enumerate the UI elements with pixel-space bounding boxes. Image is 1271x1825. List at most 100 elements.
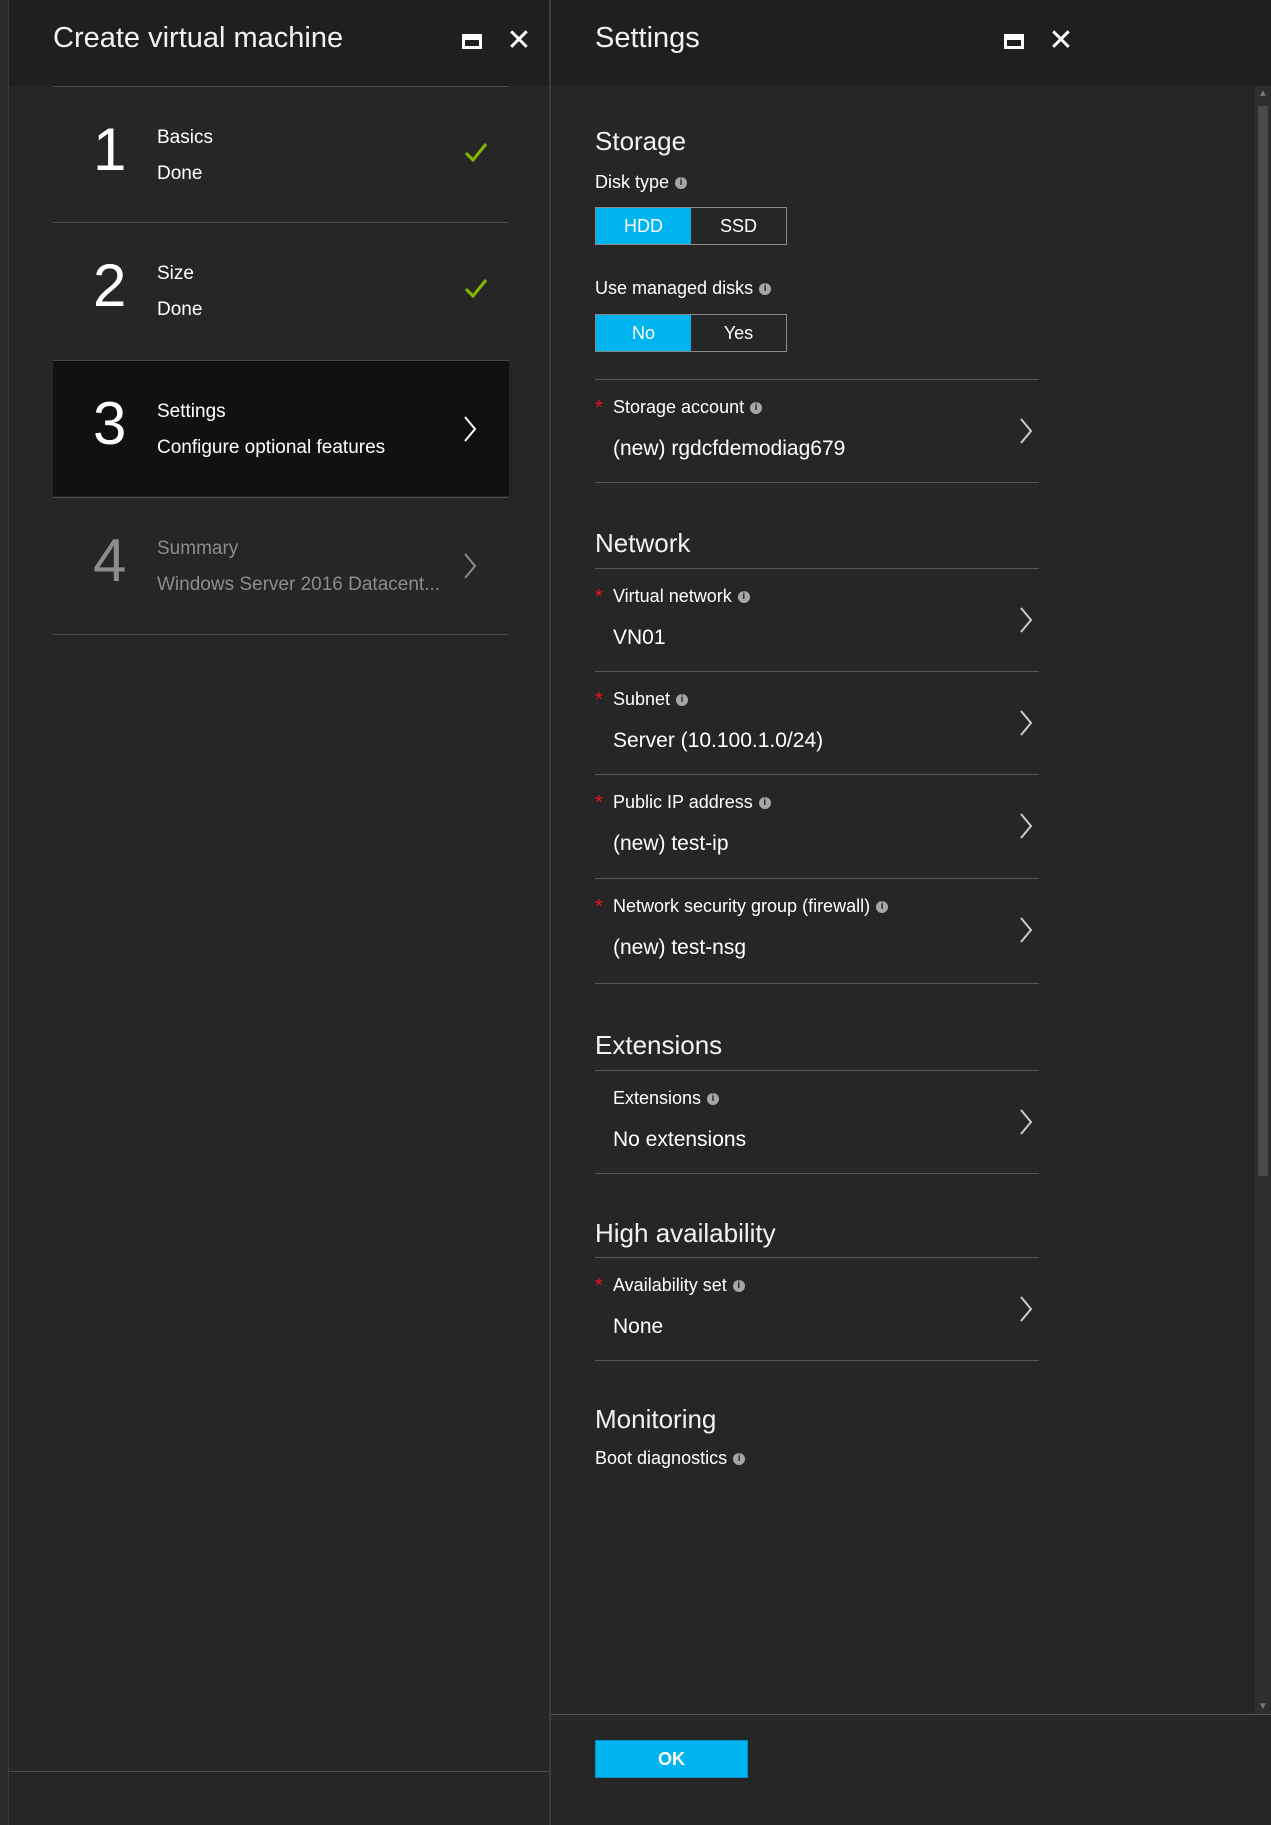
settings-blade: Settings ✕ Storage Disk type i HDD SSD Us… [551, 0, 1271, 1825]
info-icon[interactable]: i [675, 176, 688, 189]
blade-title: Settings [595, 22, 700, 54]
extensions-value: No extensions [613, 1128, 747, 1151]
step-subtitle: Done [157, 163, 203, 184]
step-number: 4 [93, 527, 127, 594]
availability-set-row[interactable]: * Availability set i None [595, 1257, 1039, 1360]
virtual-network-label: Virtual network i [613, 586, 750, 607]
managed-disks-toggle: No Yes [595, 314, 787, 352]
virtual-network-value: VN01 [613, 626, 666, 649]
scrollbar[interactable]: ▲ ▼ [1255, 86, 1271, 1715]
nsg-row[interactable]: * Network security group (firewall) i (ne… [595, 878, 1039, 981]
step-title: Basics [157, 127, 213, 148]
info-icon[interactable]: i [733, 1452, 746, 1465]
storage-account-value: (new) rgdcfdemodiag679 [613, 437, 846, 460]
chevron-right-icon [1020, 1296, 1033, 1322]
section-heading-high-availability: High availability [595, 1218, 776, 1248]
public-ip-label: Public IP address i [613, 792, 771, 813]
step-subtitle: Done [157, 299, 203, 320]
info-icon[interactable]: i [758, 796, 771, 809]
storage-account-label: Storage account i [613, 397, 763, 418]
checkmark-icon [464, 279, 488, 299]
info-icon[interactable]: i [876, 900, 889, 913]
divider [595, 983, 1039, 984]
chevron-right-icon [1020, 813, 1033, 839]
chevron-right-icon [1020, 710, 1033, 736]
required-marker: * [595, 397, 603, 419]
chevron-right-icon [464, 416, 477, 442]
nsg-value: (new) test-nsg [613, 936, 747, 959]
disk-type-label: Disk type i [595, 172, 688, 193]
toggle-option-no[interactable]: No [596, 315, 691, 351]
chevron-right-icon [1020, 917, 1033, 943]
required-marker: * [595, 792, 603, 814]
close-icon[interactable]: ✕ [1046, 26, 1076, 56]
info-icon[interactable]: i [759, 282, 772, 295]
footer-divider [9, 1771, 549, 1772]
settings-content: Storage Disk type i HDD SSD Use managed d… [551, 86, 1271, 1715]
info-icon[interactable]: i [750, 401, 763, 414]
section-heading-storage: Storage [595, 126, 687, 156]
step-title: Settings [157, 401, 226, 422]
step-basics[interactable]: 1 Basics Done [53, 86, 509, 222]
toggle-option-ssd[interactable]: SSD [691, 208, 786, 244]
info-icon[interactable]: i [737, 590, 750, 603]
storage-account-row[interactable]: * Storage account i (new) rgdcfdemodiag67… [595, 379, 1039, 482]
required-marker: * [595, 586, 603, 608]
blade-title: Create virtual machine [53, 22, 344, 54]
public-ip-row[interactable]: * Public IP address i (new) test-ip [595, 774, 1039, 877]
blade-header: Settings ✕ [551, 0, 1271, 86]
section-heading-monitoring: Monitoring [595, 1404, 717, 1434]
divider [595, 1173, 1039, 1174]
disk-type-toggle: HDD SSD [595, 207, 787, 245]
chevron-right-icon [1020, 418, 1033, 444]
info-icon[interactable]: i [707, 1092, 720, 1105]
close-icon[interactable]: ✕ [504, 26, 534, 56]
step-number: 3 [93, 390, 127, 457]
step-number: 1 [93, 116, 127, 183]
step-divider [53, 634, 509, 635]
subnet-row[interactable]: * Subnet i Server (10.100.1.0/24) [595, 671, 1039, 774]
boot-diagnostics-label: Boot diagnostics i [595, 1448, 746, 1469]
step-size[interactable]: 2 Size Done [53, 222, 509, 358]
info-icon[interactable]: i [732, 1279, 745, 1292]
extensions-row[interactable]: Extensions i No extensions [595, 1070, 1039, 1173]
virtual-network-row[interactable]: * Virtual network i VN01 [595, 568, 1039, 671]
step-subtitle: Windows Server 2016 Datacent... [157, 574, 441, 595]
public-ip-value: (new) test-ip [613, 832, 729, 855]
availability-set-label: Availability set i [613, 1275, 745, 1296]
subnet-value: Server (10.100.1.0/24) [613, 729, 824, 752]
managed-disks-label: Use managed disks i [595, 278, 772, 299]
maximize-icon[interactable] [457, 26, 487, 56]
step-title: Summary [157, 538, 239, 559]
scroll-down-icon[interactable]: ▼ [1255, 1699, 1271, 1715]
subnet-label: Subnet i [613, 689, 689, 710]
required-marker: * [595, 689, 603, 711]
required-marker: * [595, 896, 603, 918]
section-heading-network: Network [595, 528, 691, 558]
blade-header: Create virtual machine ✕ [9, 0, 549, 86]
scroll-thumb[interactable] [1258, 106, 1268, 1176]
maximize-icon[interactable] [999, 26, 1029, 56]
checkmark-icon [464, 143, 488, 163]
nsg-label: Network security group (firewall) i [613, 896, 889, 917]
step-subtitle: Configure optional features [157, 437, 386, 458]
required-marker: * [595, 1275, 603, 1297]
step-settings[interactable]: 3 Settings Configure optional features [53, 360, 509, 496]
toggle-option-yes[interactable]: Yes [691, 315, 786, 351]
ok-button[interactable]: OK [595, 1740, 748, 1778]
divider [595, 482, 1039, 483]
divider [595, 1360, 1039, 1361]
scroll-up-icon[interactable]: ▲ [1255, 86, 1271, 102]
chevron-right-icon [464, 553, 477, 579]
blade-footer: OK [551, 1714, 1271, 1825]
toggle-option-hdd[interactable]: HDD [596, 208, 691, 244]
step-number: 2 [93, 252, 127, 319]
info-icon[interactable]: i [676, 693, 689, 706]
create-vm-blade: Create virtual machine ✕ 1 Basics Done 2… [8, 0, 549, 1825]
chevron-right-icon [1020, 1109, 1033, 1135]
extensions-label: Extensions i [613, 1088, 720, 1109]
step-summary[interactable]: 4 Summary Windows Server 2016 Datacent..… [53, 497, 509, 633]
availability-set-value: None [613, 1315, 664, 1338]
chevron-right-icon [1020, 607, 1033, 633]
step-title: Size [157, 263, 194, 284]
